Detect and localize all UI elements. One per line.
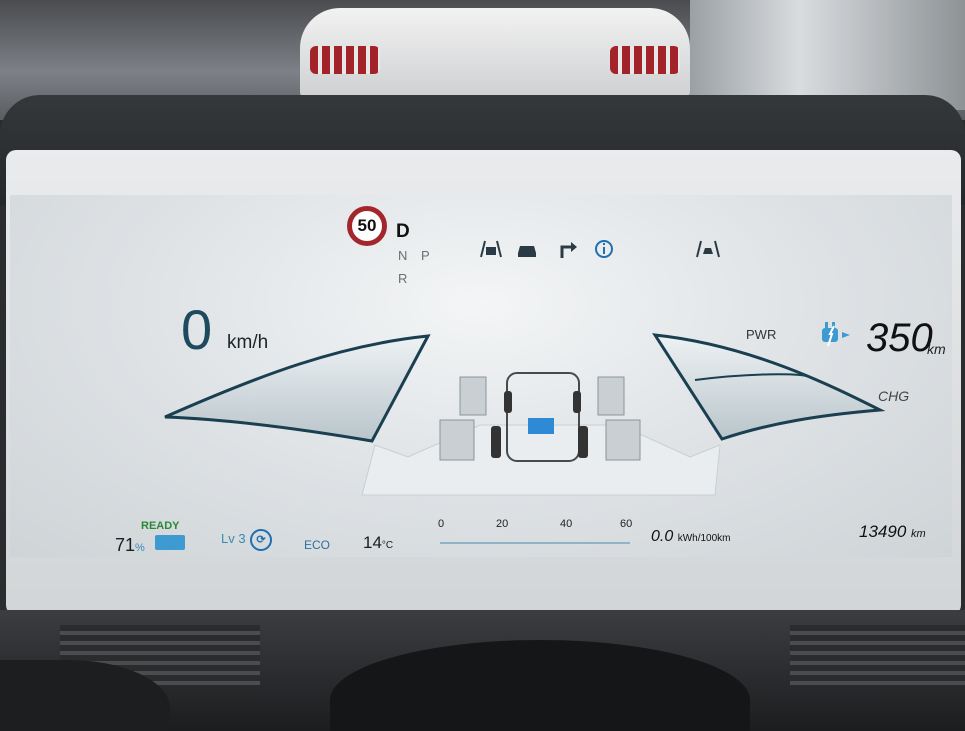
regen-icon: ⟳ <box>250 529 272 551</box>
tail-light <box>310 46 380 74</box>
consumption-value: 0.0 <box>651 528 674 545</box>
battery-percent-unit: % <box>135 542 145 554</box>
power-label: PWR <box>746 327 777 342</box>
speed-value: 0 <box>181 298 213 361</box>
gear-park: P <box>421 248 430 263</box>
range-value: 350 <box>866 316 933 360</box>
gauge-track <box>440 542 630 544</box>
gauge-tick-label: 60 <box>620 518 633 530</box>
lane-keep-icon <box>480 240 502 258</box>
consumption-gauge: 0 20 40 60 <box>438 518 634 546</box>
charge-label: CHG <box>878 388 910 404</box>
car-ahead-icon <box>518 246 536 257</box>
outside-temperature: 14°C <box>363 533 393 553</box>
air-vent <box>790 625 965 685</box>
turn-right-arrow-icon <box>560 242 577 258</box>
speed-limit-sign: 50 <box>347 206 387 246</box>
instrument-cluster: 50 D N P R 0 km/h PWR CHG 350 km READY 7… <box>10 195 952 557</box>
garage-background <box>690 0 965 110</box>
range-unit: km <box>927 341 946 357</box>
charging-plug-icon <box>822 322 850 347</box>
gauge-tick-label: 20 <box>496 518 509 530</box>
gear-neutral: N <box>398 248 408 263</box>
drive-mode: ECO <box>304 538 331 552</box>
temperature-unit: °C <box>381 540 394 551</box>
car-ahead <box>300 8 690 98</box>
odometer: 13490 km <box>859 522 926 542</box>
battery-icon <box>155 535 185 550</box>
battery-percent-value: 71 <box>115 535 136 555</box>
gear-active: D <box>396 221 410 242</box>
odometer-value: 13490 <box>859 522 907 541</box>
ready-status: READY <box>141 520 180 532</box>
speed-unit: km/h <box>227 332 269 353</box>
energy-consumption: 0.0 kWh/100km <box>651 528 731 546</box>
forward-collision-icon <box>696 240 720 258</box>
regen-level: Lv 3 <box>221 531 246 546</box>
gauge-tick-label: 40 <box>560 518 573 530</box>
odometer-unit: km <box>911 528 926 540</box>
gauge-tick-label: 0 <box>438 518 445 530</box>
right-power-band <box>652 333 886 441</box>
gear-reverse: R <box>398 271 408 286</box>
battery-percent: 71% <box>115 535 145 556</box>
info-icon <box>595 240 613 258</box>
consumption-unit: kWh/100km <box>677 533 731 544</box>
temperature-value: 14 <box>363 533 382 552</box>
tail-light <box>610 46 680 74</box>
